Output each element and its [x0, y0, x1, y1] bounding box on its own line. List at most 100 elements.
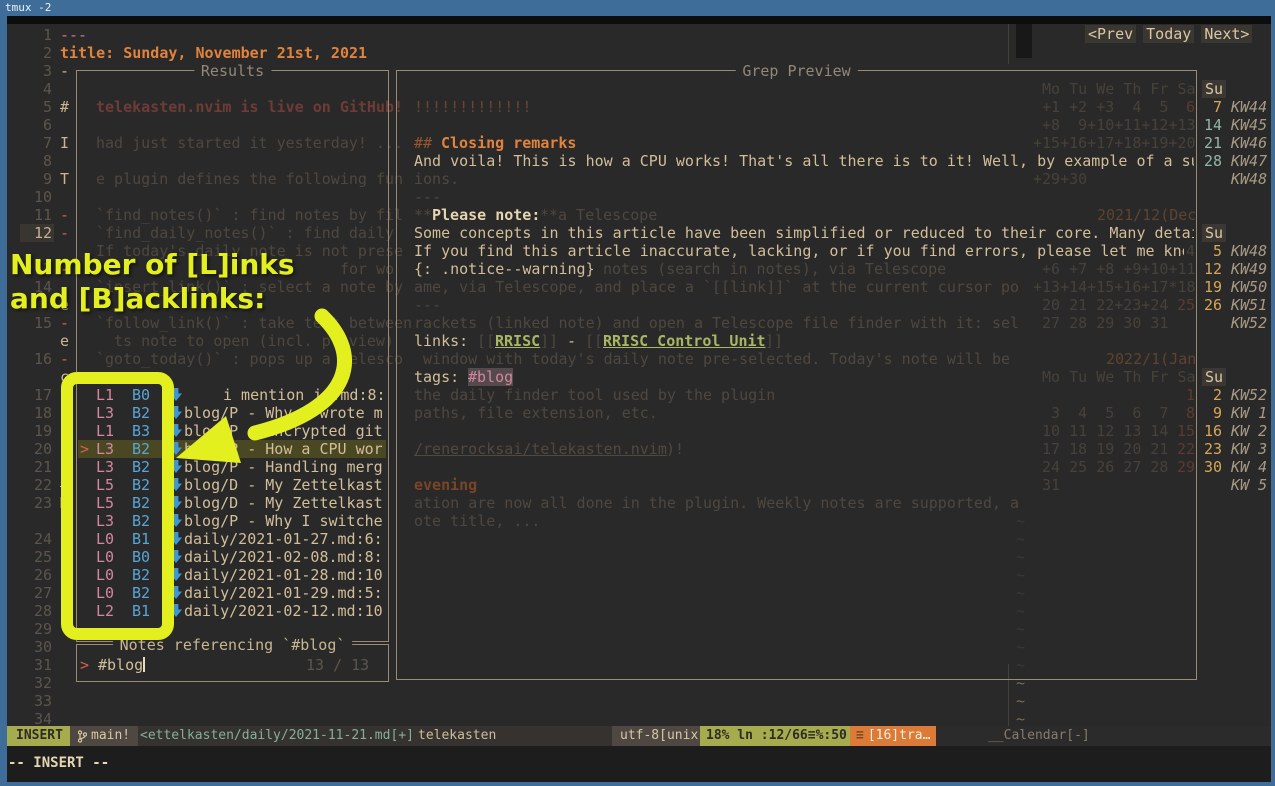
calendar-statusline-label: __Calendar[-]	[988, 726, 1090, 746]
line-number: 19	[24, 422, 52, 440]
buffer-text: #	[60, 98, 69, 116]
tmux-title: tmux -2	[5, 1, 51, 14]
calendar-week-number: KW52	[1231, 314, 1267, 332]
line-number: 30	[24, 638, 52, 656]
frame-left	[0, 16, 7, 786]
line-number: 32	[24, 674, 52, 692]
tmux-titlebar: tmux -2	[0, 0, 1275, 16]
calendar-week-number: KW46	[1231, 134, 1267, 152]
line-number: 21	[24, 458, 52, 476]
prev-button[interactable]: <Prev	[1085, 25, 1136, 43]
git-branch-label: main!	[91, 726, 130, 746]
buffer-text: -	[60, 62, 69, 80]
calendar-week-number: KW50	[1231, 278, 1267, 296]
annotation-highlight-box	[61, 372, 174, 640]
calendar-sunday-header: Su	[1202, 368, 1226, 386]
line-number: 1	[24, 26, 52, 44]
calendar-sunday-header: Su	[1202, 224, 1226, 242]
line-number: 8	[24, 152, 52, 170]
line-number: 27	[24, 584, 52, 602]
trailing-warning: ≡ [16]tra…	[850, 726, 936, 746]
annotation-text-line1: Number of [L]inks	[10, 248, 295, 281]
line-number: 25	[24, 548, 52, 566]
calendar-sunday-header: Su	[1202, 80, 1226, 98]
calendar-week-number: KW47	[1231, 152, 1267, 170]
calendar-day[interactable]: 26	[1204, 296, 1222, 314]
buffer-text: -	[60, 206, 69, 224]
line-number: 28	[24, 602, 52, 620]
results-title: Results	[194, 62, 271, 80]
line-number: 24	[24, 530, 52, 548]
line-number: 2	[24, 44, 52, 62]
calendar-statusline	[928, 726, 1275, 746]
preview-window: Grep Preview	[396, 70, 1197, 680]
line-number: 3	[24, 62, 52, 80]
buffer-text: -	[60, 224, 69, 242]
line-number: 20	[24, 440, 52, 458]
plugin-name: telekasten	[418, 726, 496, 746]
annotation-text-line2: and [B]acklinks:	[10, 282, 265, 315]
preview-title: Grep Preview	[735, 62, 857, 80]
calendar-day[interactable]: 2	[1204, 386, 1222, 404]
calendar-day[interactable]: 5	[1204, 242, 1222, 260]
frame-bottom	[0, 782, 1275, 786]
trailing-icon: ≡	[856, 728, 864, 743]
calendar-day[interactable]: 7	[1204, 98, 1222, 116]
buffer-text: -	[60, 350, 69, 368]
empty-line-tilde: ~	[1016, 692, 1025, 710]
today-button[interactable]: Today	[1143, 25, 1194, 43]
line-number: 5	[24, 98, 52, 116]
filename: <ettelkasten/daily/2021-11-21.md[+]	[140, 726, 414, 746]
buffer-text: T	[60, 170, 69, 188]
prompt-window[interactable]: Notes referencing `#blog`	[76, 644, 389, 682]
line-number: 18	[24, 404, 52, 422]
line-number-current: 12	[20, 224, 54, 242]
line-number: 11	[24, 206, 52, 224]
calendar-week-number: KW52	[1231, 386, 1267, 404]
encoding: utf-8[unix]	[612, 726, 714, 746]
screen-row: 2 title: Sunday, November 21st, 2021	[0, 44, 1275, 62]
buffer-text: ---	[60, 26, 87, 44]
mode-indicator: INSERT	[7, 726, 72, 746]
calendar-day[interactable]: 23	[1204, 440, 1222, 458]
line-number: 16	[24, 350, 52, 368]
calendar-week-number: KW 3	[1231, 440, 1267, 458]
line-number: 6	[24, 116, 52, 134]
calendar-week-number: KW48	[1231, 242, 1267, 260]
line-number: 15	[24, 314, 52, 332]
calendar-day[interactable]: 28	[1204, 152, 1222, 170]
calendar-day[interactable]: 19	[1204, 278, 1222, 296]
calendar-day[interactable]: 30	[1204, 458, 1222, 476]
position-indicator: 18% ln :12/66≡%:50	[700, 726, 853, 746]
calendar-week-number: KW44	[1231, 98, 1267, 116]
calendar-day[interactable]: 16	[1204, 422, 1222, 440]
line-number: 29	[24, 620, 52, 638]
calendar-day[interactable]: 21	[1204, 134, 1222, 152]
calendar-week-number: KW48	[1231, 170, 1267, 188]
trailing-label: [16]tra…	[868, 728, 931, 743]
line-number: 22	[24, 476, 52, 494]
buffer-text: I	[60, 134, 69, 152]
line-number: 26	[24, 566, 52, 584]
screen-row: 33~	[0, 692, 1275, 710]
calendar-day[interactable]: 14	[1204, 116, 1222, 134]
line-number: 9	[24, 170, 52, 188]
calendar-day[interactable]: 9	[1204, 404, 1222, 422]
calendar-week-number: KW 4	[1231, 458, 1267, 476]
calendar-week-number: KW 2	[1231, 422, 1267, 440]
line-number: 7	[24, 134, 52, 152]
calendar-week-number: KW49	[1231, 260, 1267, 278]
message-line: -- INSERT --	[0, 746, 1275, 782]
buffer-text: -	[60, 314, 69, 332]
calendar-nav: <Prev Today Next>	[1085, 25, 1252, 43]
buffer-text: e	[60, 332, 69, 350]
next-button[interactable]: Next>	[1201, 25, 1252, 43]
frame-right	[1271, 16, 1275, 786]
line-number: 17	[24, 386, 52, 404]
buffer-title-text: title: Sunday, November 21st, 2021	[60, 44, 367, 62]
git-branch-icon	[78, 730, 87, 743]
calendar-week-number: KW 1	[1231, 404, 1267, 422]
statusline: INSERT main! <ettelkasten/daily/2021-11-…	[0, 726, 1275, 746]
screen-row: 1 ---	[0, 26, 1275, 44]
calendar-day[interactable]: 12	[1204, 260, 1222, 278]
